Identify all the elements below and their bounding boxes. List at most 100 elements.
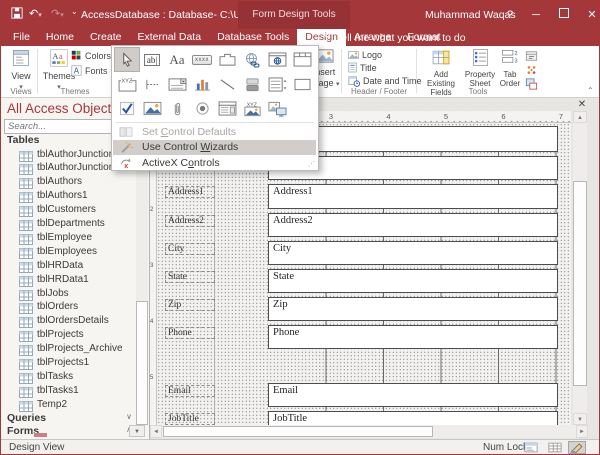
help-button[interactable]: ? [497, 1, 523, 29]
save-icon[interactable] [11, 7, 23, 22]
nav-item-Temp2[interactable]: Temp2 [1, 397, 135, 411]
nav-group-queries[interactable]: Queries∨ [7, 412, 132, 424]
resize-grip[interactable]: ⋰ [308, 161, 316, 169]
menu-item-activex-controls[interactable]: x ActiveX Controls [113, 155, 316, 170]
nav-item-tblDepartments[interactable]: tblDepartments [1, 217, 135, 231]
title-button[interactable]: Title [348, 61, 377, 74]
horizontal-scrollbar-thumb[interactable] [163, 426, 433, 437]
label-control-jobtitle[interactable]: JobTitle [165, 413, 215, 425]
text-box-control-address1[interactable]: Address1 [268, 184, 558, 209]
text-box-control-address2[interactable]: Address2 [268, 213, 558, 237]
text-box-control-phone[interactable]: Phone [268, 325, 558, 349]
design-view-icon[interactable] [568, 441, 586, 454]
image-icon[interactable] [140, 97, 164, 120]
subform-subreport-icon[interactable] [215, 97, 239, 120]
tab-database-tools[interactable]: Database Tools [209, 29, 297, 46]
nav-item-tblTasks[interactable]: tblTasks [1, 369, 135, 383]
option-button-icon[interactable] [190, 97, 214, 120]
date-and-time-button[interactable]: Date and Time [348, 74, 422, 87]
collapse-ribbon-icon[interactable]: ⌃ [587, 86, 594, 95]
text-box-control-state[interactable]: State [268, 269, 558, 293]
close-button[interactable]: ✕ [579, 1, 600, 29]
add-existing-fields-button[interactable]: Add Existing Fields [419, 48, 463, 98]
nav-item-tblJobs[interactable]: tblJobs [1, 286, 135, 300]
text-box-control-zip[interactable]: Zip [268, 297, 558, 321]
maximize-button[interactable] [551, 1, 577, 29]
nav-item-tblProjects[interactable]: tblProjects [1, 328, 135, 342]
navigation-control-icon[interactable] [290, 48, 314, 71]
list-box-icon[interactable] [265, 73, 289, 96]
label-control-phone[interactable]: Phone [165, 327, 215, 339]
nav-item-tblOrdersDetails[interactable]: tblOrdersDetails [1, 314, 135, 328]
toggle-button-icon[interactable] [240, 73, 264, 96]
nav-scroll-down-icon[interactable]: ▼ [129, 425, 145, 437]
hscroll-left-icon[interactable]: ◄ [150, 425, 162, 438]
unbound-object-frame-icon[interactable] [265, 97, 289, 120]
select-pointer-icon[interactable] [115, 48, 139, 71]
label-control-address1[interactable]: Address1 [165, 186, 215, 198]
label-control-city[interactable]: City [165, 243, 215, 255]
text-box-control-email[interactable]: Email [268, 383, 558, 407]
rectangle-icon[interactable] [290, 73, 314, 96]
web-browser-control-icon[interactable] [265, 48, 289, 71]
vertical-scrollbar-thumb[interactable] [573, 181, 587, 386]
label-control-email[interactable]: Email [165, 385, 215, 397]
tab-home[interactable]: Home [38, 29, 82, 46]
attachment-icon[interactable] [165, 97, 189, 120]
fonts-button[interactable]: A Fonts▾ [71, 64, 114, 77]
nav-item-tblHRData1[interactable]: tblHRData1 [1, 272, 135, 286]
bound-object-frame-icon[interactable]: XYZ [240, 97, 264, 120]
chart-icon[interactable] [190, 73, 214, 96]
view-button[interactable]: View▾ [5, 48, 37, 91]
line-icon[interactable] [215, 73, 239, 96]
tab-external-data[interactable]: External Data [129, 29, 209, 46]
undo-button[interactable]: ↶▾ [29, 7, 42, 20]
datasheet-view-icon[interactable] [546, 441, 564, 454]
property-sheet-button[interactable]: Property Sheet [461, 48, 499, 88]
nav-group-tables[interactable]: Tables [7, 134, 39, 146]
nav-item-tblOrders[interactable]: tblOrders [1, 300, 135, 314]
nav-item-tblTasks1[interactable]: tblTasks1 [1, 383, 135, 397]
button-icon[interactable]: xxxx [190, 48, 214, 71]
nav-item-tblAuthors1[interactable]: tblAuthors1 [1, 189, 135, 203]
nav-pane-title[interactable]: All Access Objects [7, 101, 118, 116]
tab-create[interactable]: Create [82, 29, 130, 46]
tab-control-icon[interactable] [215, 48, 239, 71]
tell-me-box[interactable]: Tell me what you want to do [322, 29, 466, 48]
tab-file[interactable]: File [5, 29, 38, 46]
check-box-icon[interactable] [115, 97, 139, 120]
minimize-button[interactable]: ─ [523, 1, 549, 29]
nav-item-tblHRData[interactable]: tblHRData [1, 258, 135, 272]
hyperlink-icon[interactable] [240, 48, 264, 71]
logo-button[interactable]: Logo [348, 48, 382, 61]
label-icon[interactable]: Aa [165, 48, 189, 71]
text-box-icon[interactable]: ab| [140, 48, 164, 71]
redo-button[interactable]: ↷▾ [51, 7, 64, 20]
vscroll-down-icon[interactable]: ▼ [573, 413, 587, 425]
label-control-state[interactable]: State [165, 271, 215, 283]
nav-item-tblAuthors[interactable]: tblAuthors [1, 175, 135, 189]
nav-scrollbar-thumb[interactable] [136, 301, 148, 425]
nav-group-forms[interactable]: Forms∧ [7, 425, 132, 437]
form-view-icon[interactable] [522, 441, 540, 454]
document-close-icon[interactable]: ✕ [574, 99, 590, 111]
menu-item-use-control-wizards[interactable]: Use Control Wizards [113, 140, 316, 155]
label-control-address2[interactable]: Address2 [165, 215, 215, 227]
svg-text:A: A [52, 52, 58, 61]
combo-box-icon[interactable] [165, 73, 189, 96]
subform-in-new-window-button[interactable] [525, 77, 538, 95]
text-box-control-city[interactable]: City [268, 241, 558, 265]
tab-order-button[interactable]: 23 Tab Order [495, 48, 525, 88]
nav-item-tblProjects_Archive[interactable]: tblProjects_Archive [1, 342, 135, 356]
nav-item-tblEmployee[interactable]: tblEmployee [1, 230, 135, 244]
vscroll-up-icon[interactable]: ▲ [573, 111, 587, 123]
nav-item-tblCustomers[interactable]: tblCustomers [1, 203, 135, 217]
hscroll-right-icon[interactable]: ► [576, 425, 588, 438]
text-box-control-jobtitle[interactable]: JobTitle [268, 411, 558, 426]
nav-item-tblProjects1[interactable]: tblProjects1 [1, 356, 135, 370]
page-break-icon[interactable] [140, 73, 164, 96]
option-group-icon[interactable]: XYZ [115, 73, 139, 96]
label-control-zip[interactable]: Zip [165, 299, 215, 311]
qat-customize-icon[interactable]: ⌄ [71, 7, 78, 16]
nav-item-tblEmployees[interactable]: tblEmployees [1, 244, 135, 258]
